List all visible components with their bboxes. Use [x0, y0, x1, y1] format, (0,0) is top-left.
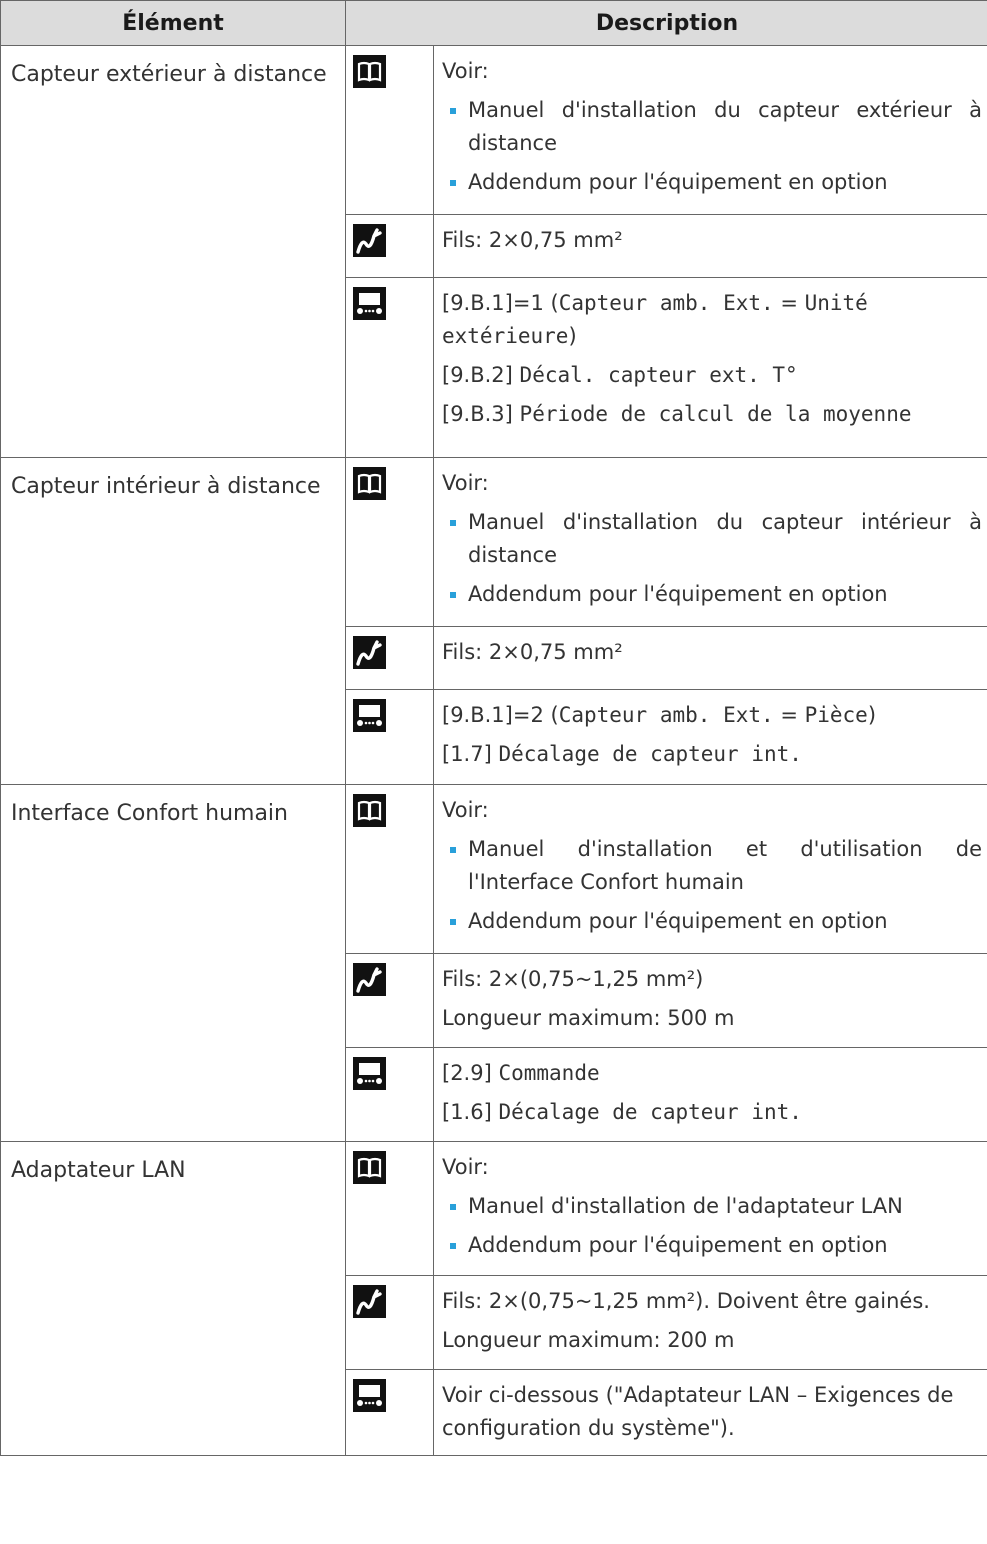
equals-sign: =	[773, 291, 805, 315]
voir-label: Voir:	[442, 1155, 489, 1179]
settings-cell: Voir ci-dessous ("Adaptateur LAN – Exige…	[432, 1369, 987, 1456]
list-item: Manuel d'installation du capteur extérie…	[442, 94, 982, 160]
controller-icon	[353, 1057, 386, 1090]
element-name: Adaptateur LAN	[0, 1141, 346, 1456]
list-item: Addendum pour l'équipement en option	[442, 166, 982, 199]
list-item: Addendum pour l'équipement en option	[442, 578, 982, 611]
manual-cell: Voir: Manuel d'installation du capteur e…	[432, 45, 987, 215]
book-icon	[353, 1151, 386, 1184]
manual-cell: Voir: Manuel d'installation et d'utilisa…	[432, 784, 987, 954]
manual-cell: Voir: Manuel d'installation du capteur i…	[432, 457, 987, 627]
settings-cell: [9.B.1]=1 (Capteur amb. Ext. = Unité ext…	[432, 277, 987, 458]
wires-spec: Fils: 2×(0,75~1,25 mm²)	[442, 967, 704, 991]
menu-path: [9.B.1]=2 (	[442, 703, 559, 727]
wires-spec: Fils: 2×(0,75~1,25 mm²). Doivent être ga…	[442, 1289, 930, 1313]
setting-name: Décalage de capteur int.	[498, 1100, 802, 1124]
menu-path: [1.6]	[442, 1100, 499, 1124]
voir-label: Voir:	[442, 798, 489, 822]
max-length: Longueur maximum: 500 m	[442, 1006, 735, 1030]
wire-icon	[353, 636, 386, 669]
menu-path: [2.9]	[442, 1061, 499, 1085]
setting-name: Décalage de capteur int.	[498, 742, 802, 766]
table-row: Capteur extérieur à distance Voir: Manue…	[0, 45, 987, 458]
list-item: Manuel d'installation et d'utilisation d…	[442, 833, 982, 899]
closing-paren: )	[568, 324, 577, 348]
list-item: Manuel d'installation du capteur intérie…	[442, 506, 982, 572]
max-length: Longueur maximum: 200 m	[442, 1328, 735, 1352]
wire-icon	[353, 1285, 386, 1318]
book-icon	[353, 55, 386, 88]
menu-path: [1.7]	[442, 742, 499, 766]
setting-name: Capteur amb. Ext.	[558, 703, 774, 727]
settings-cell: [2.9] Commande [1.6] Décalage de capteur…	[432, 1047, 987, 1142]
setting-name: Capteur amb. Ext.	[558, 291, 774, 315]
table-row: Adaptateur LAN Voir: Manuel d'installati…	[0, 1141, 987, 1456]
setting-name: Période de calcul de la moyenne	[519, 402, 912, 426]
settings-cell: [9.B.1]=2 (Capteur amb. Ext. = Pièce) [1…	[432, 689, 987, 785]
wire-icon	[353, 224, 386, 257]
element-name: Capteur intérieur à distance	[0, 457, 346, 785]
setting-value: Pièce	[804, 703, 868, 727]
table-row: Interface Confort humain Voir: Manuel d'…	[0, 784, 987, 1142]
voir-label: Voir:	[442, 471, 489, 495]
element-name: Capteur extérieur à distance	[0, 45, 346, 458]
setting-name: Décal. capteur ext. T°	[519, 363, 798, 387]
controller-icon	[353, 1379, 386, 1412]
book-icon	[353, 794, 386, 827]
book-icon	[353, 467, 386, 500]
header-element: Élément	[0, 0, 346, 46]
controller-icon	[353, 699, 386, 732]
equals-sign: =	[773, 703, 805, 727]
setting-name: Commande	[498, 1061, 600, 1085]
manual-cell: Voir: Manuel d'installation de l'adaptat…	[432, 1141, 987, 1276]
menu-path: [9.B.3]	[442, 402, 520, 426]
menu-path: [9.B.2]	[442, 363, 520, 387]
menu-path: [9.B.1]=1 (	[442, 291, 559, 315]
list-item: Addendum pour l'équipement en option	[442, 905, 982, 938]
table-row: Capteur intérieur à distance Voir: Manue…	[0, 457, 987, 785]
accessories-table: Élément Description Capteur extérieur à …	[0, 0, 987, 1456]
settings-note: Voir ci-dessous ("Adaptateur LAN – Exige…	[442, 1383, 954, 1440]
table-header-row: Élément Description	[0, 0, 987, 46]
wires-cell: Fils: 2×(0,75~1,25 mm²). Doivent être ga…	[432, 1275, 987, 1370]
wire-icon	[353, 963, 386, 996]
voir-label: Voir:	[442, 59, 489, 83]
header-description: Description	[344, 0, 987, 46]
wires-spec: Fils: 2×0,75 mm²	[442, 640, 623, 664]
list-item: Addendum pour l'équipement en option	[442, 1229, 982, 1262]
wires-spec: Fils: 2×0,75 mm²	[442, 228, 623, 252]
element-name: Interface Confort humain	[0, 784, 346, 1142]
list-item: Manuel d'installation de l'adaptateur LA…	[442, 1190, 982, 1223]
closing-paren: )	[867, 703, 877, 727]
wires-cell: Fils: 2×(0,75~1,25 mm²) Longueur maximum…	[432, 953, 987, 1048]
controller-icon	[353, 287, 386, 320]
